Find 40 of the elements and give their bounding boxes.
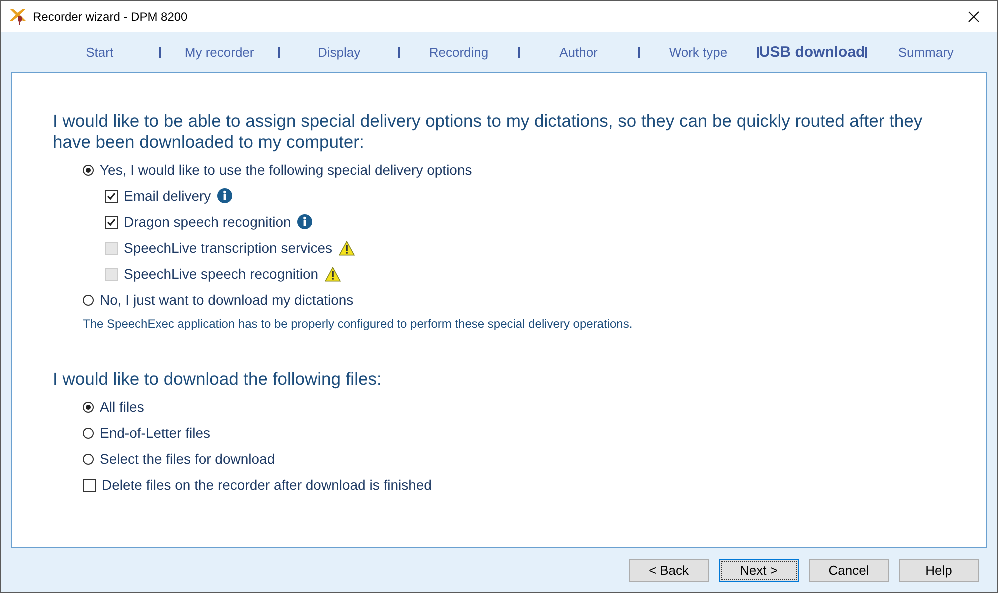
app-icon (9, 8, 27, 26)
section-heading: I would like to download the following files: (53, 369, 383, 390)
wizard-step[interactable]: USB download (759, 44, 866, 60)
window-title: Recorder wizard - DPM 8200 (33, 10, 188, 24)
wizard-button[interactable]: Help (899, 558, 979, 582)
option-label: Dragon speech recognition (124, 214, 292, 230)
radio-button[interactable] (83, 454, 94, 464)
info-icon[interactable] (297, 214, 314, 230)
section-heading: I would like to be able to assign special delivery options to my dictations, so they can be quickly routed after they have been downloaded to my computer: (53, 111, 924, 153)
option-label: Email delivery (124, 188, 212, 204)
option-label: Yes, I would like to use the following special delivery options (100, 162, 472, 178)
wizard-button[interactable]: Cancel (809, 558, 889, 582)
checkbox[interactable] (83, 478, 96, 492)
note-text: The SpeechExec application has to be properly configured to perform these special delivery operations. (82, 316, 634, 331)
wizard-step[interactable]: Display (280, 44, 398, 60)
warning-icon (324, 266, 341, 282)
warning-icon (338, 240, 355, 256)
checkbox[interactable] (105, 190, 118, 202)
wizard-button[interactable]: Next > (719, 558, 799, 582)
wizard-step[interactable]: My recorder (160, 44, 278, 60)
option-label: No, I just want to download my dictations (100, 292, 354, 308)
radio-button[interactable] (83, 294, 94, 306)
option-label: All files (100, 399, 144, 415)
wizard-step[interactable]: Summary (867, 44, 985, 60)
checkbox[interactable] (105, 216, 118, 228)
info-icon[interactable] (217, 188, 234, 204)
close-icon (968, 10, 980, 22)
option-label: Delete files on the recorder after download is finished (102, 477, 432, 493)
option-label: SpeechLive transcription services (124, 240, 333, 256)
option-label: SpeechLive speech recognition (124, 266, 319, 282)
wizard-step[interactable]: Start (41, 44, 159, 60)
option-label: Select the files for download (100, 451, 276, 467)
wizard-step[interactable]: Recording (400, 44, 518, 60)
option-label: End-of-Letter files (100, 425, 210, 441)
radio-button[interactable] (83, 428, 94, 438)
radio-button[interactable] (83, 402, 94, 412)
wizard-button[interactable]: < Back (629, 558, 709, 582)
radio-button[interactable] (83, 164, 94, 176)
wizard-step[interactable]: Work type (640, 44, 758, 60)
wizard-step[interactable]: Author (520, 44, 638, 60)
